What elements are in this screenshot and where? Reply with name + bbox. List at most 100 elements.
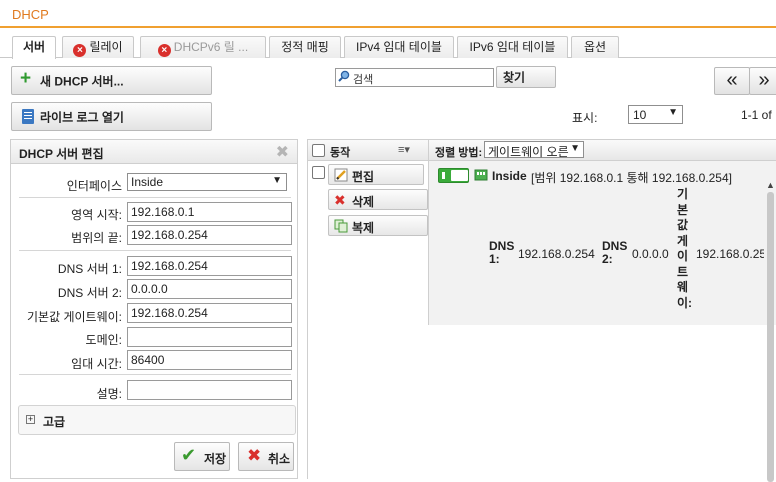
field-value: 192.168.0.1 xyxy=(131,205,195,219)
sort-value: 게이트웨이 오른 xyxy=(488,145,569,159)
next-page-button[interactable]: » xyxy=(749,67,776,95)
plus-icon: + xyxy=(20,68,32,89)
edit-dhcp-server-panel: DHCP 서버 편집 ✖ 인터페이스 Inside ▼ 영역 시작: 192.1… xyxy=(10,139,298,479)
double-chevron-right-icon: » xyxy=(758,69,770,91)
dns2-label: DNS 2: xyxy=(602,239,628,266)
dns1-value: 192.168.0.254 xyxy=(518,247,595,261)
close-icon[interactable]: ✖ xyxy=(276,142,289,162)
save-button[interactable]: ✔ 저장 xyxy=(174,442,230,471)
tab-options[interactable]: 옵션 xyxy=(571,36,619,58)
delete-icon: ✖ xyxy=(334,192,346,208)
grid-header: 동작 ≡▾ 정렬 방법: 게이트웨이 오른 ▼ xyxy=(308,140,776,161)
tab-label: IPv6 임대 테이블 xyxy=(469,40,556,54)
column-divider xyxy=(428,140,429,161)
tab-static-mapping[interactable]: 정적 매핑 xyxy=(269,36,341,58)
window-title: DHCP xyxy=(12,7,49,22)
scroll-up-icon[interactable]: ▲ xyxy=(766,180,775,190)
row-checkbox[interactable] xyxy=(312,166,325,179)
advanced-section[interactable]: + 고급 xyxy=(18,405,296,435)
dns1-label: DNS 1: xyxy=(489,239,515,266)
field-value: 0.0.0.0 xyxy=(131,282,168,296)
open-live-log-button[interactable]: 라이브 로그 열기 xyxy=(11,102,212,131)
page-size-select[interactable]: 10 ▼ xyxy=(628,105,683,124)
divider xyxy=(19,250,291,251)
sort-label: 정렬 방법: xyxy=(435,147,483,159)
search-input[interactable]: 검색 xyxy=(335,68,494,87)
check-icon: ✔ xyxy=(181,445,197,465)
lease-time-label: 임대 시간: xyxy=(71,357,122,371)
panel-title: DHCP 서버 편집 xyxy=(19,147,104,161)
interface-icon xyxy=(474,169,488,181)
scrollbar[interactable]: ▲ xyxy=(764,180,775,482)
lease-time-field[interactable]: 86400 xyxy=(127,350,292,370)
dns1-label: DNS 서버 1: xyxy=(57,262,122,276)
expand-icon: + xyxy=(26,414,35,424)
column-menu-icon[interactable]: ≡▾ xyxy=(398,143,410,156)
tab-label: 옵션 xyxy=(583,40,607,54)
description-label: 설명: xyxy=(96,387,122,401)
interface-label: 인터페이스 xyxy=(66,179,122,193)
find-button[interactable]: 찾기 xyxy=(496,66,556,88)
chevron-down-icon: ▼ xyxy=(570,143,580,154)
description-field[interactable] xyxy=(127,380,292,400)
cancel-button[interactable]: ✖ 취소 xyxy=(238,442,294,471)
edit-icon xyxy=(334,168,348,182)
field-value: 192.168.0.254 xyxy=(131,259,208,273)
tab-server[interactable]: 서버 xyxy=(12,36,56,59)
button-label: 찾기 xyxy=(503,70,526,85)
tab-bar: 서버 × 릴레이 × DHCPv6 릴 ... 정적 매핑 IPv4 임대 테이블 … xyxy=(0,36,776,59)
tab-ipv6-lease-table[interactable]: IPv6 임대 테이블 xyxy=(457,36,568,58)
scrollbar-thumb[interactable] xyxy=(767,192,774,482)
dns2-field[interactable]: 0.0.0.0 xyxy=(127,279,292,299)
page-size-value: 10 xyxy=(633,108,647,122)
range-end-field[interactable]: 192.168.0.254 xyxy=(127,225,292,245)
tab-label: IPv4 임대 테이블 xyxy=(356,40,442,54)
new-dhcp-server-button[interactable]: + 새 DHCP 서버... xyxy=(11,66,212,95)
interface-name: Inside xyxy=(492,169,527,183)
interface-value: Inside xyxy=(131,175,164,189)
gateway-label: 기본값 게이트웨이: xyxy=(27,310,122,324)
dns1-field[interactable]: 192.168.0.254 xyxy=(127,256,292,276)
enabled-toggle[interactable] xyxy=(438,168,469,183)
tab-label: 정적 매핑 xyxy=(281,40,329,54)
log-icon xyxy=(22,109,34,124)
button-label: 복제 xyxy=(352,221,375,235)
x-icon: ✖ xyxy=(247,446,262,465)
tab-dhcpv6-relay[interactable]: × DHCPv6 릴 ... xyxy=(140,36,266,58)
sort-select[interactable]: 게이트웨이 오른 ▼ xyxy=(484,141,584,159)
field-value: 192.168.0.254 xyxy=(131,306,208,320)
domain-field[interactable] xyxy=(127,327,292,347)
interface-select[interactable]: Inside ▼ xyxy=(127,173,287,191)
range-start-label: 영역 시작: xyxy=(71,208,122,222)
edit-button[interactable]: 편집 xyxy=(328,164,424,185)
copy-button[interactable]: 복제 xyxy=(328,215,428,236)
divider xyxy=(19,197,291,198)
range-start-field[interactable]: 192.168.0.1 xyxy=(127,202,292,222)
gateway-value: 192.168.0.25 xyxy=(696,247,764,261)
tab-label: DHCPv6 릴 ... xyxy=(173,40,249,54)
chevron-down-icon: ▼ xyxy=(272,175,282,186)
title-bar: DHCP xyxy=(0,0,776,28)
button-label: 라이브 로그 열기 xyxy=(40,110,124,124)
gateway-label: 기본값 게이트웨이: xyxy=(677,187,693,310)
gateway-field[interactable]: 192.168.0.254 xyxy=(127,303,292,323)
search-placeholder: 검색 xyxy=(353,74,374,86)
double-chevron-left-icon: « xyxy=(726,69,738,91)
first-page-button[interactable]: « xyxy=(714,67,750,95)
tab-label: 서버 xyxy=(22,40,46,54)
tab-relay[interactable]: × 릴레이 xyxy=(62,36,134,58)
dns2-label: DNS 서버 2: xyxy=(57,286,122,300)
chevron-down-icon: ▼ xyxy=(668,107,678,118)
copy-icon xyxy=(334,219,348,233)
button-label: 취소 xyxy=(268,452,291,466)
divider xyxy=(19,374,291,375)
panel-header: DHCP 서버 편집 ✖ xyxy=(11,140,297,164)
delete-button[interactable]: ✖ 삭제 xyxy=(328,189,428,210)
tab-label: 릴레이 xyxy=(89,40,123,54)
button-label: 새 DHCP 서버... xyxy=(40,74,124,88)
select-all-checkbox[interactable] xyxy=(312,144,325,157)
range-end-label: 범위의 끝: xyxy=(71,231,122,245)
button-label: 삭제 xyxy=(352,195,375,209)
tab-ipv4-lease-table[interactable]: IPv4 임대 테이블 xyxy=(344,36,454,58)
range-text: [범위 192.168.0.1 통해 192.168.0.254] xyxy=(531,171,732,185)
